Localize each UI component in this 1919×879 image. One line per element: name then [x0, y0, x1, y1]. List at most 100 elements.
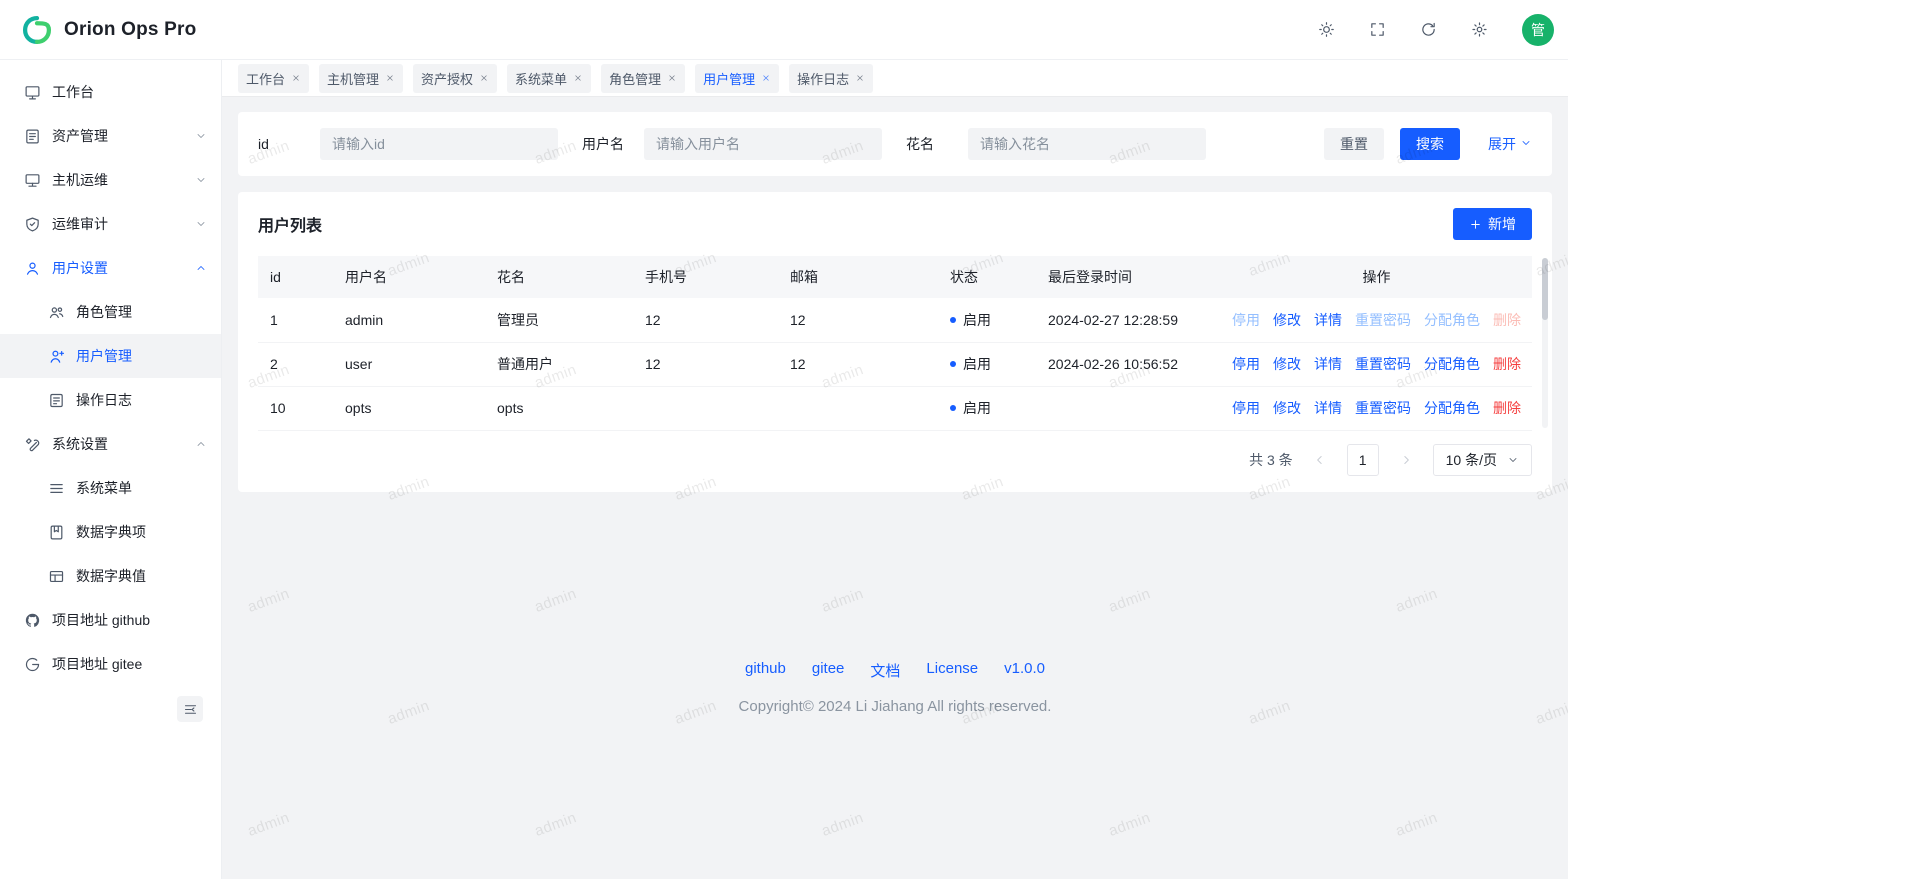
add-button[interactable]: 新增 [1453, 208, 1532, 240]
action-grant-role[interactable]: 分配角色 [1424, 354, 1480, 374]
search-button[interactable]: 搜索 [1400, 128, 1460, 160]
action-disable: 停用 [1232, 310, 1260, 330]
page-footer: github gitee 文档 License v1.0.0 Copyright© 20… [238, 660, 1552, 715]
sidebar-subitem-operation-log[interactable]: 操作日志 [0, 378, 221, 422]
tab-close-icon[interactable] [291, 73, 301, 83]
reset-button[interactable]: 重置 [1324, 128, 1384, 160]
action-disable[interactable]: 停用 [1232, 354, 1260, 374]
sidebar-subitem-dict-key[interactable]: 数据字典项 [0, 510, 221, 554]
tab-system-menu[interactable]: 系统菜单 [507, 64, 591, 93]
copyright: Copyright© 2024 Li Jiahang All rights re… [238, 698, 1552, 715]
username-input[interactable] [644, 128, 882, 160]
host-icon [24, 172, 41, 189]
footer-link-version[interactable]: v1.0.0 [1004, 660, 1045, 681]
tab-label: 资产授权 [421, 69, 473, 88]
column-header-mobile: 手机号 [633, 256, 778, 298]
status-dot-icon [950, 405, 956, 411]
action-delete[interactable]: 删除 [1493, 398, 1521, 418]
action-update[interactable]: 修改 [1273, 310, 1301, 330]
action-disable[interactable]: 停用 [1232, 398, 1260, 418]
brand[interactable]: Orion Ops Pro [20, 13, 196, 47]
fullscreen-icon[interactable] [1369, 21, 1386, 38]
status-label: 启用 [963, 310, 991, 330]
theme-toggle-icon[interactable] [1318, 21, 1335, 38]
page-size-select[interactable]: 10 条/页 [1433, 444, 1532, 476]
cell-mobile: 12 [633, 298, 778, 342]
footer-link-gitee[interactable]: gitee [812, 660, 845, 681]
tab-close-icon[interactable] [667, 73, 677, 83]
sidebar-item-system-settings[interactable]: 系统设置 [0, 422, 221, 466]
tab-close-icon[interactable] [855, 73, 865, 83]
search-card: id用户名花名 重置 搜索 展开 [238, 112, 1552, 176]
sidebar-subitem-dict-value[interactable]: 数据字典值 [0, 554, 221, 598]
tab-close-icon[interactable] [761, 73, 771, 83]
tab-workbench[interactable]: 工作台 [238, 64, 309, 93]
refresh-icon[interactable] [1420, 21, 1437, 38]
id-input[interactable] [320, 128, 558, 160]
sidebar-item-user-settings[interactable]: 用户设置 [0, 246, 221, 290]
action-update[interactable]: 修改 [1273, 354, 1301, 374]
assets-icon [24, 128, 41, 145]
user-table: id用户名花名手机号邮箱状态最后登录时间操作1admin管理员1212启用202… [258, 256, 1532, 431]
action-detail[interactable]: 详情 [1314, 398, 1342, 418]
sidebar-item-workbench[interactable]: 工作台 [0, 70, 221, 114]
action-update[interactable]: 修改 [1273, 398, 1301, 418]
search-field-nickname: 花名 [906, 128, 1230, 160]
pagination: 共 3 条 1 10 条/页 [258, 444, 1532, 476]
table-scrollbar[interactable] [1542, 258, 1548, 428]
footer-link-docs[interactable]: 文档 [870, 660, 900, 681]
status-dot-icon [950, 317, 956, 323]
tab-operation-log[interactable]: 操作日志 [789, 64, 873, 93]
sidebar-item-label: 系统菜单 [76, 478, 207, 498]
sidebar-subitem-system-menu[interactable]: 系统菜单 [0, 466, 221, 510]
add-button-label: 新增 [1488, 214, 1516, 234]
tab-label: 用户管理 [703, 69, 755, 88]
expand-label: 展开 [1488, 134, 1516, 154]
action-reset-password[interactable]: 重置密码 [1355, 354, 1411, 374]
action-reset-password[interactable]: 重置密码 [1355, 398, 1411, 418]
avatar[interactable]: 管 [1522, 14, 1554, 46]
tab-close-icon[interactable] [385, 73, 395, 83]
tab-role-manage[interactable]: 角色管理 [601, 64, 685, 93]
tab-close-icon[interactable] [573, 73, 583, 83]
footer-link-github[interactable]: github [745, 660, 786, 681]
tab-close-icon[interactable] [479, 73, 489, 83]
expand-toggle[interactable]: 展开 [1488, 134, 1532, 154]
action-grant-role[interactable]: 分配角色 [1424, 398, 1480, 418]
chevron-up-icon [195, 438, 207, 450]
card-header: 用户列表 新增 [258, 208, 1532, 240]
table-scrollbar-thumb[interactable] [1542, 258, 1548, 320]
chevron-down-icon [195, 174, 207, 186]
sidebar-item-label: 用户管理 [76, 346, 207, 366]
status-badge: 启用 [950, 398, 991, 418]
chevron-up-icon [195, 262, 207, 274]
tab-user-manage[interactable]: 用户管理 [695, 64, 779, 93]
roles-icon [48, 304, 65, 321]
action-delete[interactable]: 删除 [1493, 354, 1521, 374]
sidebar-item-gitee[interactable]: 项目地址 gitee [0, 642, 221, 686]
sidebar-item-asset-manage[interactable]: 资产管理 [0, 114, 221, 158]
footer-link-license[interactable]: License [926, 660, 978, 681]
page: Orion Ops Pro 管 工作台资产管理主机运维运维审计用户设置角色管理用… [0, 0, 1919, 879]
settings-icon[interactable] [1471, 21, 1488, 38]
cell-email: 12 [778, 342, 938, 386]
tab-asset-grant[interactable]: 资产授权 [413, 64, 497, 93]
row-actions: 停用修改详情重置密码分配角色删除 [1233, 398, 1520, 418]
sidebar-item-host-ops[interactable]: 主机运维 [0, 158, 221, 202]
sidebar-item-github[interactable]: 项目地址 github [0, 598, 221, 642]
pagination-page-1[interactable]: 1 [1347, 444, 1379, 476]
sidebar-item-ops-audit[interactable]: 运维审计 [0, 202, 221, 246]
nickname-input[interactable] [968, 128, 1206, 160]
github-icon [24, 612, 41, 629]
dictItem-icon [48, 524, 65, 541]
pagination-total: 共 3 条 [1249, 450, 1293, 470]
action-detail[interactable]: 详情 [1314, 354, 1342, 374]
audit-icon [24, 216, 41, 233]
app-logo-icon [20, 13, 54, 47]
action-detail[interactable]: 详情 [1314, 310, 1342, 330]
sidebar-subitem-user-manage[interactable]: 用户管理 [0, 334, 221, 378]
sidebar-subitem-role-manage[interactable]: 角色管理 [0, 290, 221, 334]
user-icon [24, 260, 41, 277]
tab-host-manage[interactable]: 主机管理 [319, 64, 403, 93]
sidebar-collapse-button[interactable] [177, 696, 203, 722]
